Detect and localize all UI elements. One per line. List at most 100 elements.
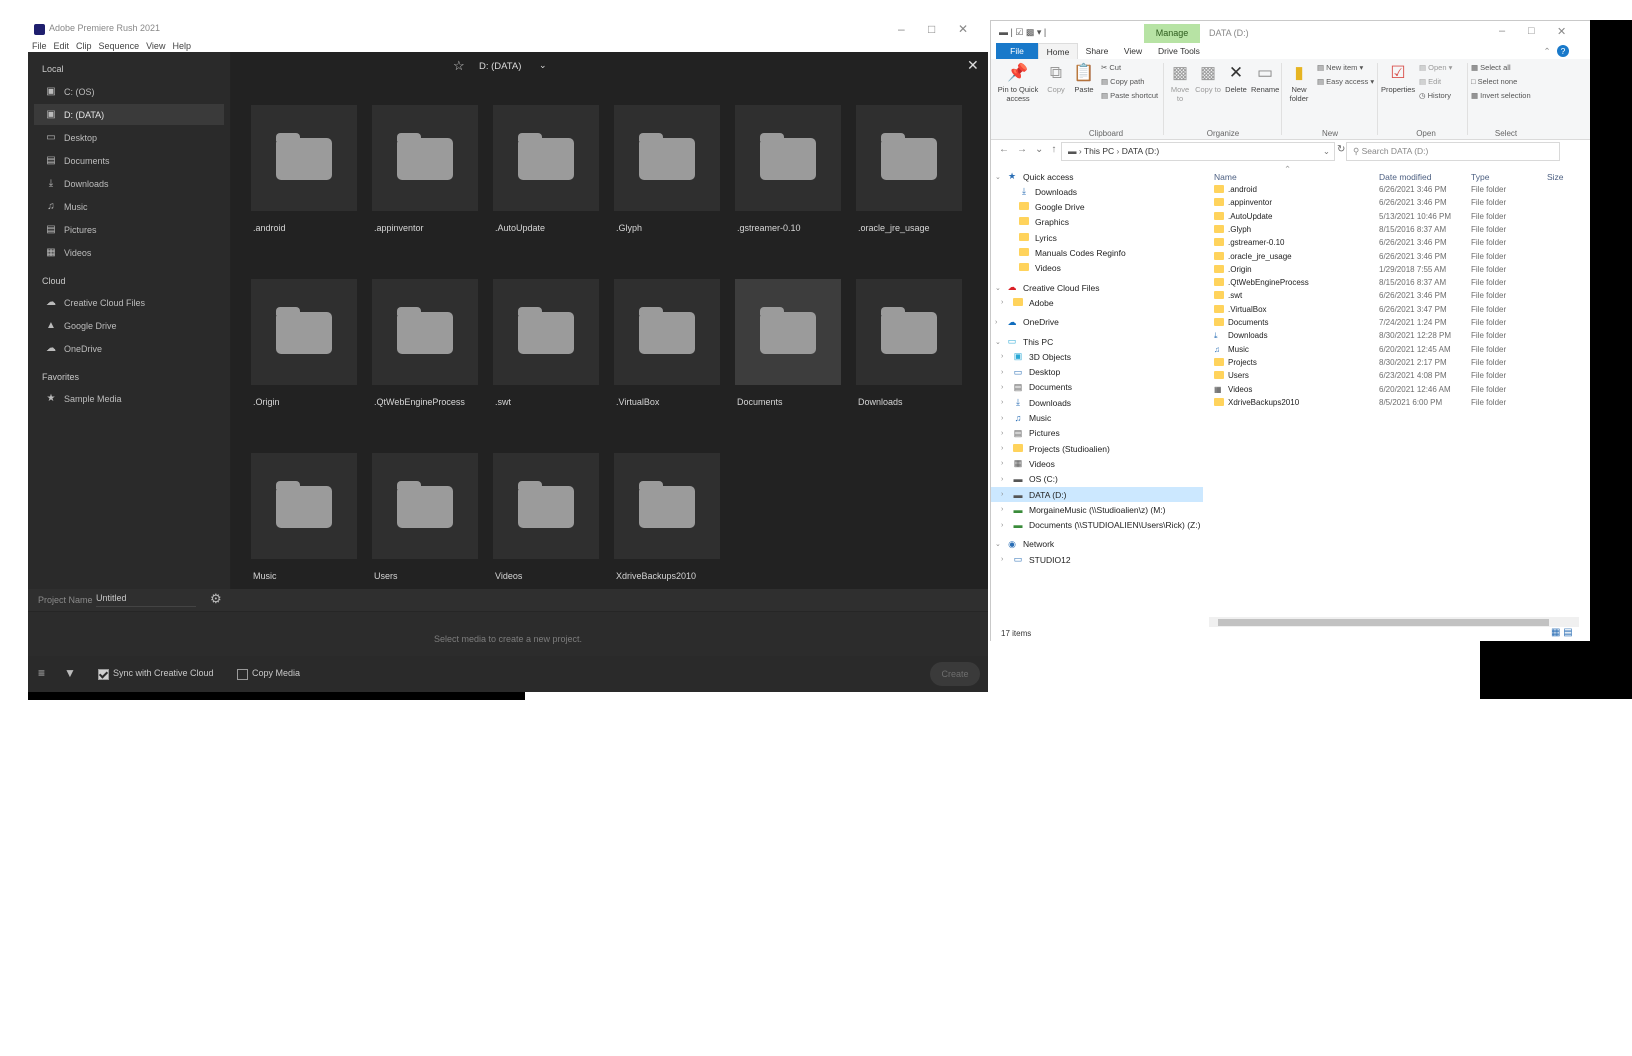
manage-tab[interactable]: Manage [1144,24,1200,43]
folder-tile[interactable] [856,105,962,211]
file-row[interactable]: .VirtualBox 6/26/2021 3:47 PM File folder [1204,303,1591,317]
nav-item[interactable]: › ▬ Documents (\\STUDIOALIEN\Users\Rick) (… [991,518,1200,533]
sidebar-item-google-drive[interactable]: ▲ Google Drive [34,315,224,336]
nav-item[interactable]: › ▬ OS (C:) [991,472,1058,487]
copy-path-button[interactable]: ▤ Copy path [1101,77,1144,86]
new-folder-button[interactable]: ▮ New folder [1285,63,1313,103]
file-row[interactable]: .AutoUpdate 5/13/2021 10:46 PM File folder [1204,210,1591,224]
nav-item[interactable]: › Adobe [991,295,1054,310]
address-bar[interactable]: ▬ › This PC › DATA (D:) ⌄ [1061,142,1335,161]
file-row[interactable]: .gstreamer-0.10 6/26/2021 3:46 PM File fol… [1204,236,1591,250]
quick-access-toolbar[interactable]: ▬ | ☑ ▩ ▾ | [999,27,1046,38]
sync-checkbox[interactable] [98,669,109,680]
help-icon[interactable]: ? [1557,45,1569,57]
create-button[interactable]: Create [930,662,980,686]
nav-item[interactable]: › ♫ Music [991,411,1051,426]
favorite-star-icon[interactable]: ☆ [453,58,465,74]
file-row[interactable]: XdriveBackups2010 8/5/2021 6:00 PM File fo… [1204,396,1591,410]
menu-edit[interactable]: Edit [54,41,70,51]
expand-chevron-icon[interactable]: › [1001,556,1011,563]
nav-item[interactable]: › ▬ DATA (D:) [991,487,1203,502]
folder-tile[interactable] [856,279,962,385]
menu-clip[interactable]: Clip [76,41,92,51]
horizontal-scrollbar[interactable] [1209,617,1579,627]
expand-chevron-icon[interactable]: › [1001,399,1011,406]
close-window-icon[interactable]: ✕ [1557,25,1566,38]
location-dropdown[interactable]: D: (DATA) [479,61,521,72]
sidebar-item-onedrive[interactable]: ☁ OneDrive [34,338,224,359]
scroll-thumb[interactable] [1218,619,1549,626]
nav-item[interactable]: › ⤓ Downloads [991,395,1071,410]
expand-chevron-icon[interactable]: ⌄ [995,284,1005,292]
nav-item[interactable]: › ▭ STUDIO12 [991,552,1071,567]
file-row[interactable]: .swt 6/26/2021 3:46 PM File folder [1204,289,1591,303]
sidebar-item-pictures[interactable]: ▤ Pictures [34,219,224,240]
nav-item[interactable]: Manuals Codes Reginfo [991,246,1126,261]
maximize-icon[interactable]: □ [928,22,935,36]
menu-view[interactable]: View [146,41,165,51]
tab-home[interactable]: Home [1038,43,1078,60]
menu-file[interactable]: File [32,41,47,51]
folder-tile[interactable] [251,453,357,559]
expand-chevron-icon[interactable]: ⌄ [995,540,1005,548]
expand-chevron-icon[interactable]: › [1001,460,1011,467]
nav-item[interactable]: › ▤ Pictures [991,426,1060,441]
back-forward-up-icons[interactable]: ←→⌄↑ [999,144,1064,155]
sidebar-item-downloads[interactable]: ⤓ Downloads [34,173,224,194]
tab-view[interactable]: View [1115,43,1151,59]
view-toggle-icons[interactable]: ▦ ▤ [1551,627,1573,638]
expand-chevron-icon[interactable]: › [995,319,1005,326]
expand-chevron-icon[interactable]: › [1001,415,1011,422]
expand-chevron-icon[interactable]: › [1001,430,1011,437]
nav-item[interactable]: ⌄ ☁ Creative Cloud Files [991,280,1100,295]
sidebar-item-creative-cloud-files[interactable]: ☁ Creative Cloud Files [34,292,224,313]
expand-chevron-icon[interactable]: › [1001,369,1011,376]
file-row[interactable]: Projects 8/30/2021 2:17 PM File folder [1204,356,1591,370]
nav-item[interactable]: Videos [991,261,1061,276]
sidebar-item-videos[interactable]: ▦ Videos [34,242,224,263]
nav-item[interactable]: › ▣ 3D Objects [991,349,1071,364]
expand-chevron-icon[interactable]: ⌄ [995,173,1005,181]
nav-item[interactable]: ⌄ ★ Quick access [991,169,1074,184]
expand-chevron-icon[interactable]: › [1001,384,1011,391]
select-all-button[interactable]: ▦ Select all [1471,63,1511,72]
nav-item[interactable]: › ▦ Videos [991,456,1055,471]
file-row[interactable]: Users 6/23/2021 4:08 PM File folder [1204,369,1591,383]
paste-button[interactable]: 📋 Paste [1071,63,1097,94]
folder-tile[interactable] [251,105,357,211]
minimize-icon[interactable]: – [1499,25,1505,37]
folder-tile[interactable] [614,279,720,385]
tab-share[interactable]: Share [1079,43,1115,59]
folder-tile[interactable] [251,279,357,385]
nav-item[interactable]: Graphics [991,215,1069,230]
folder-tile[interactable] [372,105,478,211]
folder-tile[interactable] [372,279,478,385]
folder-tile[interactable] [735,279,841,385]
folder-tile[interactable] [493,453,599,559]
maximize-icon[interactable]: □ [1528,25,1535,37]
sidebar-item-music[interactable]: ♫ Music [34,196,224,217]
sidebar-item-desktop[interactable]: ▭ Desktop [34,127,224,148]
copy-media-checkbox[interactable] [237,669,248,680]
column-type[interactable]: Type [1471,172,1489,182]
expand-chevron-icon[interactable]: › [1001,299,1011,306]
history-button[interactable]: ◷ History [1419,91,1451,100]
nav-item[interactable]: › ▭ Desktop [991,365,1060,380]
open-button[interactable]: ▤ Open ▾ [1419,63,1452,72]
expand-chevron-icon[interactable]: › [1001,491,1011,498]
folder-tile[interactable] [614,453,720,559]
nav-item[interactable]: › Projects (Studioalien) [991,441,1110,456]
gear-icon[interactable]: ⚙ [210,591,222,607]
file-row[interactable]: .oracle_jre_usage 6/26/2021 3:46 PM File f… [1204,250,1591,264]
copy-to-button[interactable]: ▩ Copy to [1195,63,1221,94]
nav-item[interactable]: › ☁ OneDrive [991,315,1059,330]
nav-item[interactable]: ⤓ Downloads [991,184,1077,199]
edit-button[interactable]: ▤ Edit [1419,77,1441,86]
sidebar-item-c-os[interactable]: ▣ C: (OS) [34,81,224,102]
file-row[interactable]: ♫ Music 6/20/2021 12:45 AM File folder [1204,343,1591,357]
pin-quick-access-button[interactable]: 📌 Pin to Quick access [997,63,1039,103]
filter-icon[interactable]: ▼ [64,666,76,680]
cut-button[interactable]: ✂ Cut [1101,63,1121,72]
tab-drive-tools[interactable]: Drive Tools [1151,43,1207,59]
expand-chevron-icon[interactable]: › [1001,506,1011,513]
